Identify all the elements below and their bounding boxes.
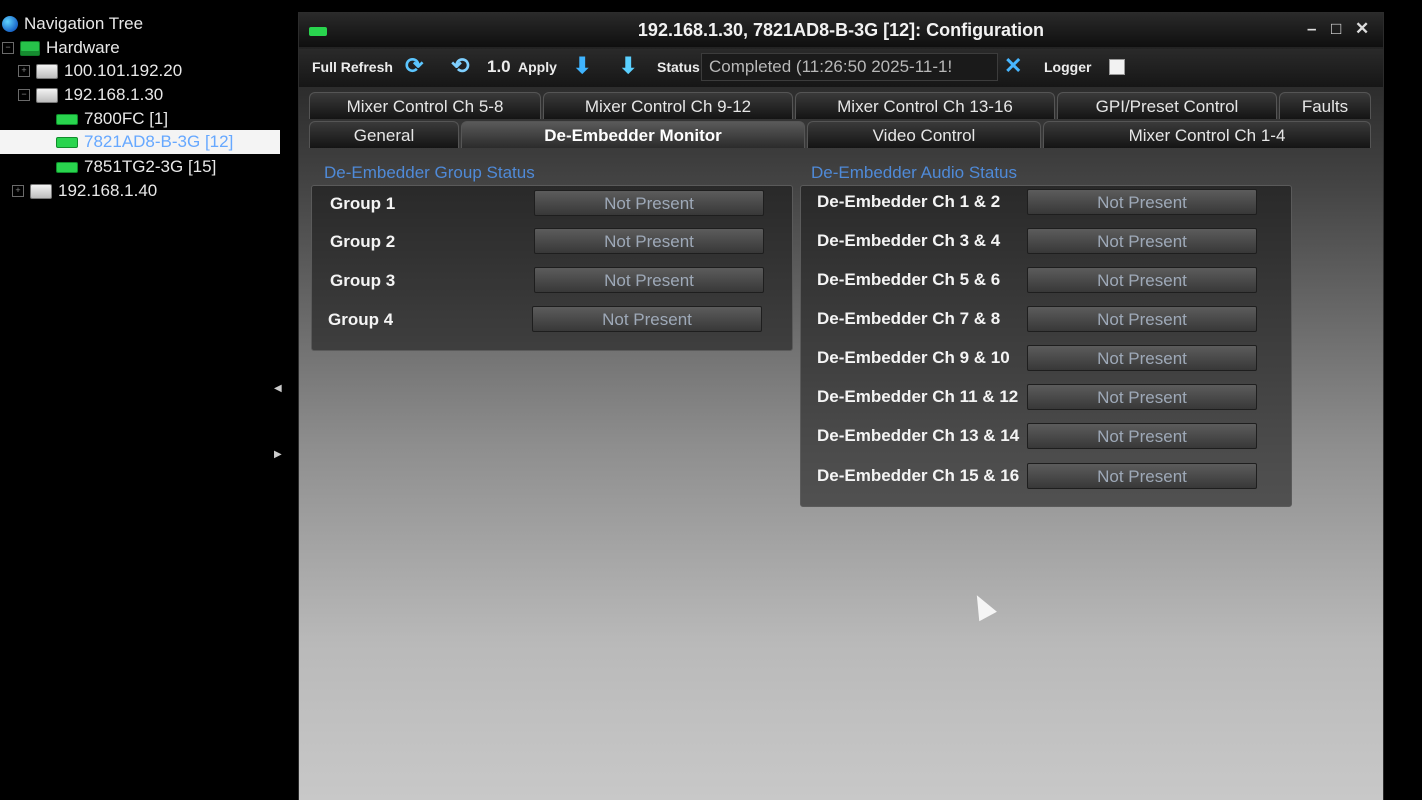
- window-title: 192.168.1.30, 7821AD8-B-3G [12]: Configu…: [637, 20, 1045, 40]
- audio-channel-label: De-Embedder Ch 15 & 16: [817, 466, 1020, 485]
- globe-icon: [2, 16, 18, 32]
- tab-mixer-control-5-8[interactable]: Mixer Control Ch 5-8: [309, 92, 541, 119]
- nav-item-label: Hardware: [46, 38, 120, 57]
- configuration-window: 192.168.1.30, 7821AD8-B-3G [12]: Configu…: [298, 12, 1384, 800]
- nav-item-frame[interactable]: + 192.168.1.40: [12, 179, 157, 203]
- audio-status-value: Not Present: [1027, 384, 1257, 410]
- refresh-icon[interactable]: ⟲: [451, 55, 469, 77]
- nav-item-label: 192.168.1.40: [58, 181, 158, 200]
- expand-icon[interactable]: +: [18, 65, 30, 77]
- audio-status-value: Not Present: [1027, 189, 1257, 215]
- group-label: Group 4: [328, 310, 394, 329]
- nav-item-label: 7821AD8-B-3G [12]: [84, 132, 234, 151]
- nav-item-frame[interactable]: + 100.101.192.20: [18, 59, 182, 83]
- nav-tree-title: Navigation Tree: [2, 12, 143, 36]
- audio-channel-label: De-Embedder Ch 1 & 2: [817, 192, 1001, 211]
- audio-channel-label: De-Embedder Ch 3 & 4: [817, 231, 1001, 250]
- nav-item-label: 192.168.1.30: [64, 85, 164, 104]
- nav-item-hardware[interactable]: − Hardware: [2, 36, 120, 60]
- audio-status-value: Not Present: [1027, 423, 1257, 449]
- nav-item-card[interactable]: 7851TG2-3G [15]: [56, 155, 216, 179]
- expand-icon[interactable]: +: [12, 185, 24, 197]
- group-status-value: Not Present: [534, 228, 764, 254]
- refresh-rate-value[interactable]: 1.0: [487, 57, 511, 77]
- tab-de-embedder-monitor[interactable]: De-Embedder Monitor: [461, 121, 805, 148]
- audio-channel-label: De-Embedder Ch 13 & 14: [817, 426, 1020, 445]
- audio-status-panel: De-Embedder Ch 1 & 2 Not Present De-Embe…: [800, 185, 1292, 507]
- maximize-icon[interactable]: □: [1331, 19, 1341, 39]
- group-status-title: De-Embedder Group Status: [324, 163, 535, 182]
- download-all-icon[interactable]: ⬇: [619, 55, 637, 77]
- expand-right-icon[interactable]: ▶: [274, 449, 282, 460]
- tab-mixer-control-1-4[interactable]: Mixer Control Ch 1-4: [1043, 121, 1371, 148]
- audio-status-value: Not Present: [1027, 345, 1257, 371]
- screen: Navigation Tree − Hardware + 100.101.192…: [0, 0, 1422, 800]
- tab-video-control[interactable]: Video Control: [807, 121, 1041, 148]
- minimize-icon[interactable]: –: [1307, 19, 1316, 39]
- group-status-value: Not Present: [532, 306, 762, 332]
- card-icon: [56, 161, 78, 173]
- hardware-icon: [20, 40, 40, 56]
- navigation-tree: Navigation Tree − Hardware + 100.101.192…: [0, 0, 282, 800]
- group-status-value: Not Present: [534, 190, 764, 216]
- download-icon[interactable]: ⬇: [573, 55, 591, 77]
- audio-channel-label: De-Embedder Ch 7 & 8: [817, 309, 1001, 328]
- tab-gpi-preset-control[interactable]: GPI/Preset Control: [1057, 92, 1277, 119]
- tab-mixer-control-13-16[interactable]: Mixer Control Ch 13-16: [795, 92, 1055, 119]
- audio-status-value: Not Present: [1027, 306, 1257, 332]
- collapse-left-icon[interactable]: ◀: [274, 383, 282, 394]
- audio-status-value: Not Present: [1027, 267, 1257, 293]
- card-icon: [56, 113, 78, 125]
- nav-item-card-selected[interactable]: 7821AD8-B-3G [12]: [0, 130, 280, 154]
- audio-channel-label: De-Embedder Ch 5 & 6: [817, 270, 1001, 289]
- tab-general[interactable]: General: [309, 121, 459, 148]
- logger-label: Logger: [1044, 59, 1092, 75]
- collapse-icon[interactable]: −: [2, 42, 14, 54]
- full-refresh-icon[interactable]: ⟳: [405, 55, 423, 77]
- window-titlebar[interactable]: 192.168.1.30, 7821AD8-B-3G [12]: Configu…: [299, 13, 1383, 47]
- nav-item-label: 7800FC [1]: [84, 109, 169, 128]
- audio-status-value: Not Present: [1027, 228, 1257, 254]
- full-refresh-label: Full Refresh: [312, 59, 393, 75]
- frame-icon: [30, 183, 52, 199]
- nav-item-frame[interactable]: − 192.168.1.30: [18, 83, 163, 107]
- toolbar: Full Refresh ⟳ ⟲ 1.0 Apply ⬇ ⬇ Status Co…: [299, 49, 1383, 87]
- tab-faults[interactable]: Faults: [1279, 92, 1371, 119]
- audio-channel-label: De-Embedder Ch 11 & 12: [817, 387, 1019, 406]
- close-x-icon[interactable]: ✕: [1004, 55, 1022, 77]
- nav-item-label: 100.101.192.20: [64, 61, 183, 80]
- nav-item-card[interactable]: 7800FC [1]: [56, 107, 168, 131]
- nav-item-label: 7851TG2-3G [15]: [84, 157, 217, 176]
- logger-checkbox[interactable]: [1109, 59, 1125, 75]
- frame-icon: [36, 63, 58, 79]
- status-label: Status: [657, 59, 700, 75]
- apply-button[interactable]: Apply: [518, 59, 557, 75]
- audio-channel-label: De-Embedder Ch 9 & 10: [817, 348, 1010, 367]
- audio-status-title: De-Embedder Audio Status: [811, 163, 1018, 182]
- group-label: Group 3: [330, 271, 396, 290]
- status-field: Completed (11:26:50 2025-11-1!: [701, 53, 998, 81]
- close-icon[interactable]: ✕: [1355, 19, 1369, 39]
- group-status-value: Not Present: [534, 267, 764, 293]
- group-label: Group 2: [330, 232, 396, 251]
- audio-status-value: Not Present: [1027, 463, 1257, 489]
- tab-mixer-control-9-12[interactable]: Mixer Control Ch 9-12: [543, 92, 793, 119]
- nav-tree-title-label: Navigation Tree: [24, 14, 144, 33]
- group-status-panel: Group 1 Not Present Group 2 Not Present …: [311, 185, 793, 351]
- card-icon: [56, 136, 78, 148]
- frame-icon: [36, 87, 58, 103]
- group-label: Group 1: [330, 194, 396, 213]
- collapse-icon[interactable]: −: [18, 89, 30, 101]
